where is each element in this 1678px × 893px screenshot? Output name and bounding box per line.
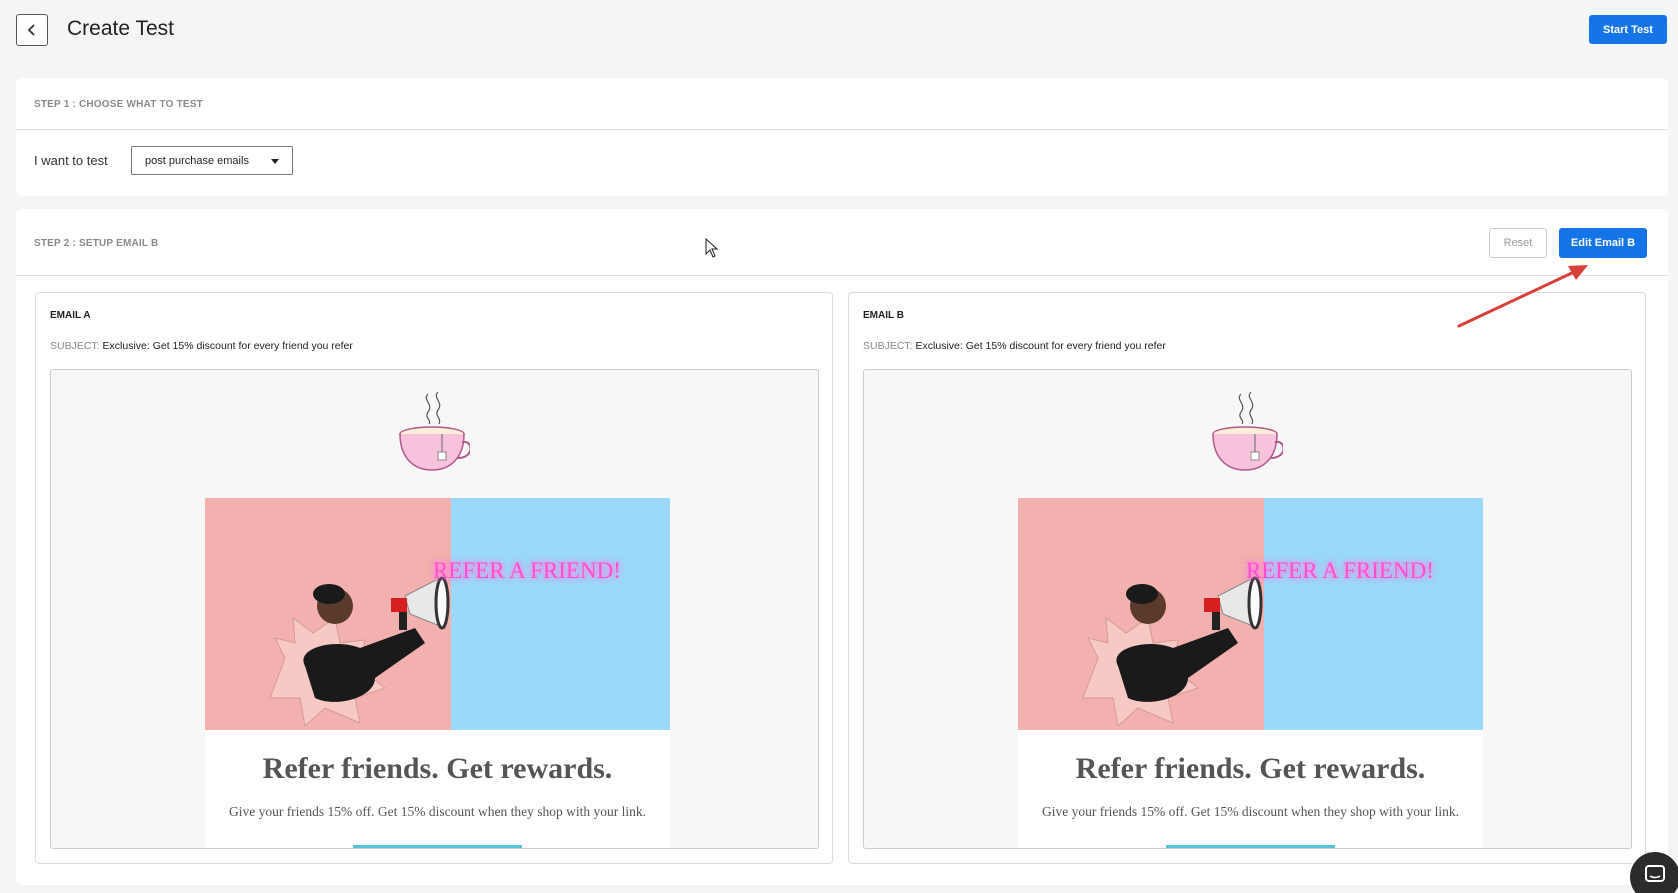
tea-cup-icon — [1212, 391, 1283, 471]
subject-text: Exclusive: Get 15% discount for every fr… — [102, 340, 353, 352]
email-preview[interactable]: REFER A FRIEND! Refer friends. Get rewar… — [863, 369, 1632, 849]
back-button[interactable] — [16, 14, 48, 46]
subject-key: SUBJECT: — [863, 340, 913, 352]
subject-line: SUBJECT: Exclusive: Get 15% discount for… — [863, 340, 1166, 352]
test-type-dropdown[interactable]: post purchase emails — [131, 146, 293, 175]
start-test-button[interactable]: Start Test — [1589, 15, 1667, 44]
step2-card: STEP 2 : SETUP EMAIL B Reset Edit Email … — [16, 209, 1668, 885]
step2-label: STEP 2 : SETUP EMAIL B — [34, 238, 159, 249]
email-label: EMAIL A — [50, 310, 91, 321]
annotation-arrow-icon — [1457, 265, 1588, 328]
mouse-cursor-icon — [705, 238, 719, 258]
email-content: Refer friends. Get rewards. Give your fr… — [205, 730, 670, 848]
chat-icon — [1645, 865, 1665, 882]
email-headline: Refer friends. Get rewards. — [262, 752, 613, 785]
chevron-left-icon — [27, 24, 35, 36]
email-a-panel: EMAIL A SUBJECT: Exclusive: Get 15% disc… — [35, 292, 833, 864]
email-headline: Refer friends. Get rewards. — [1075, 752, 1426, 785]
step1-divider — [16, 129, 1668, 130]
edit-email-b-button[interactable]: Edit Email B — [1559, 228, 1647, 258]
step1-label: STEP 1 : CHOOSE WHAT TO TEST — [34, 99, 203, 110]
chat-button[interactable] — [1630, 852, 1678, 893]
hero-banner: REFER A FRIEND! — [1018, 498, 1483, 730]
email-content: Refer friends. Get rewards. Give your fr… — [1018, 730, 1483, 848]
want-to-test-label: I want to test — [34, 153, 108, 168]
reset-button[interactable]: Reset — [1489, 228, 1547, 258]
email-preview[interactable]: REFER A FRIEND! Refer friends. Get rewar… — [50, 369, 819, 849]
refer-a-friend-banner: REFER A FRIEND! — [1246, 558, 1434, 583]
tea-cup-icon — [399, 391, 470, 471]
top-bar: Create Test Start Test — [0, 0, 1678, 62]
email-body: Give your friends 15% off. Get 15% disco… — [1041, 804, 1460, 819]
subject-key: SUBJECT: — [50, 340, 100, 352]
cta-button[interactable] — [353, 845, 522, 848]
email-label: EMAIL B — [863, 310, 904, 321]
cta-button[interactable] — [1166, 845, 1335, 848]
caret-down-icon — [271, 159, 279, 164]
email-b-panel: EMAIL B SUBJECT: Exclusive: Get 15% disc… — [848, 292, 1646, 864]
email-body: Give your friends 15% off. Get 15% disco… — [228, 804, 647, 819]
subject-text: Exclusive: Get 15% discount for every fr… — [915, 340, 1166, 352]
hero-banner: REFER A FRIEND! — [205, 498, 670, 730]
refer-a-friend-banner: REFER A FRIEND! — [433, 558, 621, 583]
step1-card: STEP 1 : CHOOSE WHAT TO TEST I want to t… — [16, 78, 1668, 196]
test-type-value: post purchase emails — [145, 154, 249, 167]
page-title: Create Test — [67, 17, 174, 40]
subject-line: SUBJECT: Exclusive: Get 15% discount for… — [50, 340, 353, 352]
step2-divider — [16, 275, 1668, 276]
